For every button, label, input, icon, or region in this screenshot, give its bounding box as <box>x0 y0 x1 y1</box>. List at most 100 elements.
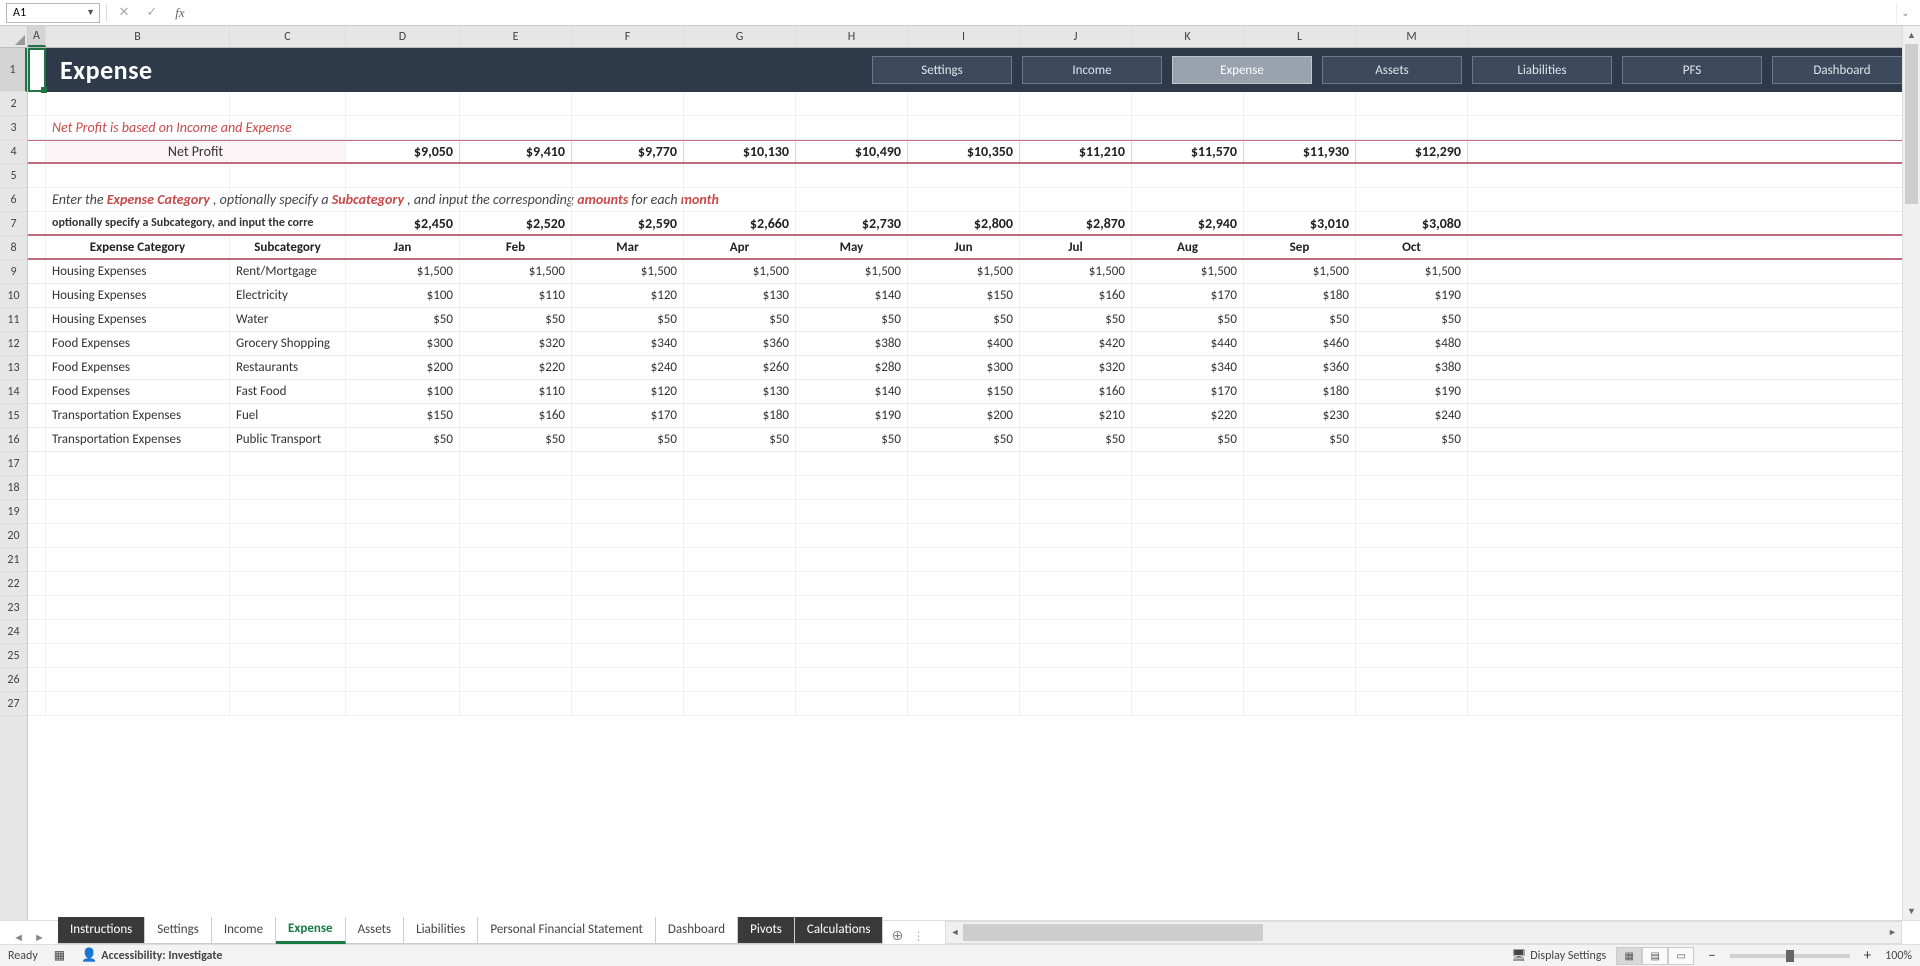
cell-value[interactable]: $1,500 <box>1020 260 1132 283</box>
row-header-15[interactable]: 15 <box>0 404 27 428</box>
sheet-tab-expense[interactable]: Expense <box>276 917 346 944</box>
cell-value[interactable]: $110 <box>460 380 572 403</box>
empty-cell[interactable] <box>346 620 460 643</box>
tab-nav-prev-icon[interactable]: ◄ <box>13 931 24 944</box>
empty-cell[interactable] <box>908 524 1020 547</box>
insert-function-icon[interactable]: fx <box>169 3 191 23</box>
cell-value[interactable]: $50 <box>1356 308 1468 331</box>
h-scroll-track[interactable] <box>963 922 1884 943</box>
empty-cell[interactable] <box>684 452 796 475</box>
empty-cell[interactable] <box>684 644 796 667</box>
empty-cell[interactable] <box>346 476 460 499</box>
nav-button-assets[interactable]: Assets <box>1322 56 1462 84</box>
cell-value[interactable]: $300 <box>346 332 460 355</box>
empty-cell[interactable] <box>1020 692 1132 715</box>
macro-record-icon[interactable]: ▦ <box>54 948 65 963</box>
empty-cell[interactable] <box>460 548 572 571</box>
row-header-23[interactable]: 23 <box>0 596 27 620</box>
row-header-9[interactable]: 9 <box>0 260 27 284</box>
header-subcategory[interactable]: Subcategory <box>230 236 346 258</box>
empty-cell[interactable] <box>1020 668 1132 691</box>
empty-cell[interactable] <box>1132 572 1244 595</box>
nav-button-settings[interactable]: Settings <box>872 56 1012 84</box>
cell-value[interactable]: $300 <box>908 356 1020 379</box>
name-box[interactable]: A1 ▼ <box>6 3 100 23</box>
cell-value[interactable]: $380 <box>1356 356 1468 379</box>
empty-cell[interactable] <box>1020 548 1132 571</box>
empty-cell[interactable] <box>46 500 230 523</box>
empty-cell[interactable] <box>796 452 908 475</box>
empty-cell[interactable] <box>1020 476 1132 499</box>
empty-cell[interactable] <box>346 668 460 691</box>
empty-cell[interactable] <box>1020 620 1132 643</box>
view-page-layout-button[interactable]: ▤ <box>1642 947 1668 965</box>
cell-value[interactable]: $1,500 <box>796 260 908 283</box>
empty-cell[interactable] <box>684 572 796 595</box>
empty-cell[interactable] <box>28 668 46 691</box>
empty-cell[interactable] <box>908 692 1020 715</box>
empty-cell[interactable] <box>230 452 346 475</box>
empty-cell[interactable] <box>1356 452 1468 475</box>
cell-value[interactable]: $160 <box>1020 380 1132 403</box>
empty-cell[interactable] <box>1244 572 1356 595</box>
row-header-11[interactable]: 11 <box>0 308 27 332</box>
empty-cell[interactable] <box>1132 452 1244 475</box>
column-header-D[interactable]: D <box>346 26 460 47</box>
column-header-J[interactable]: J <box>1020 26 1132 47</box>
empty-cell[interactable] <box>28 596 46 619</box>
cell-value[interactable]: $320 <box>1020 356 1132 379</box>
column-header-G[interactable]: G <box>684 26 796 47</box>
cell-value[interactable]: $380 <box>796 332 908 355</box>
cell-value[interactable]: $180 <box>1244 284 1356 307</box>
cell-subcategory[interactable]: Fast Food <box>230 380 346 403</box>
column-header-A[interactable]: A <box>28 26 46 47</box>
cell-category[interactable]: Housing Expenses <box>46 284 230 307</box>
empty-cell[interactable] <box>1132 668 1244 691</box>
row-header-24[interactable]: 24 <box>0 620 27 644</box>
empty-cell[interactable] <box>796 620 908 643</box>
empty-cell[interactable] <box>1356 620 1468 643</box>
row-header-21[interactable]: 21 <box>0 548 27 572</box>
cell-value[interactable]: $1,500 <box>1244 260 1356 283</box>
empty-cell[interactable] <box>684 500 796 523</box>
zoom-knob[interactable] <box>1786 950 1794 962</box>
empty-cell[interactable] <box>460 476 572 499</box>
cell-value[interactable]: $100 <box>346 380 460 403</box>
cell-value[interactable]: $210 <box>1020 404 1132 427</box>
empty-cell[interactable] <box>1356 644 1468 667</box>
empty-cell[interactable] <box>1020 644 1132 667</box>
total-value[interactable]: $2,590 <box>572 212 684 234</box>
empty-cell[interactable] <box>684 596 796 619</box>
cell-value[interactable]: $220 <box>460 356 572 379</box>
cell-value[interactable]: $160 <box>460 404 572 427</box>
cell-subcategory[interactable]: Water <box>230 308 346 331</box>
cell-value[interactable]: $50 <box>908 428 1020 451</box>
empty-cell[interactable] <box>796 524 908 547</box>
cell-value[interactable]: $1,500 <box>460 260 572 283</box>
empty-cell[interactable] <box>460 572 572 595</box>
cell-value[interactable]: $110 <box>460 284 572 307</box>
empty-cell[interactable] <box>230 476 346 499</box>
sheet-tab-assets[interactable]: Assets <box>346 917 405 944</box>
empty-cell[interactable] <box>460 668 572 691</box>
column-header-L[interactable]: L <box>1244 26 1356 47</box>
empty-cell[interactable] <box>460 620 572 643</box>
total-value[interactable]: $2,450 <box>346 212 460 234</box>
empty-cell[interactable] <box>1132 644 1244 667</box>
cell-value[interactable]: $50 <box>346 428 460 451</box>
column-header-K[interactable]: K <box>1132 26 1244 47</box>
empty-cell[interactable] <box>572 476 684 499</box>
empty-cell[interactable] <box>28 620 46 643</box>
empty-cell[interactable] <box>1132 524 1244 547</box>
header-month[interactable]: Sep <box>1244 236 1356 258</box>
empty-cell[interactable] <box>796 644 908 667</box>
chevron-down-icon[interactable]: ▼ <box>86 7 99 18</box>
empty-cell[interactable] <box>346 572 460 595</box>
column-header-F[interactable]: F <box>572 26 684 47</box>
empty-cell[interactable] <box>684 668 796 691</box>
zoom-out-button[interactable]: − <box>1704 947 1719 965</box>
cell-subcategory[interactable]: Electricity <box>230 284 346 307</box>
empty-cell[interactable] <box>1356 572 1468 595</box>
row-header-20[interactable]: 20 <box>0 524 27 548</box>
cell-value[interactable]: $50 <box>1132 428 1244 451</box>
